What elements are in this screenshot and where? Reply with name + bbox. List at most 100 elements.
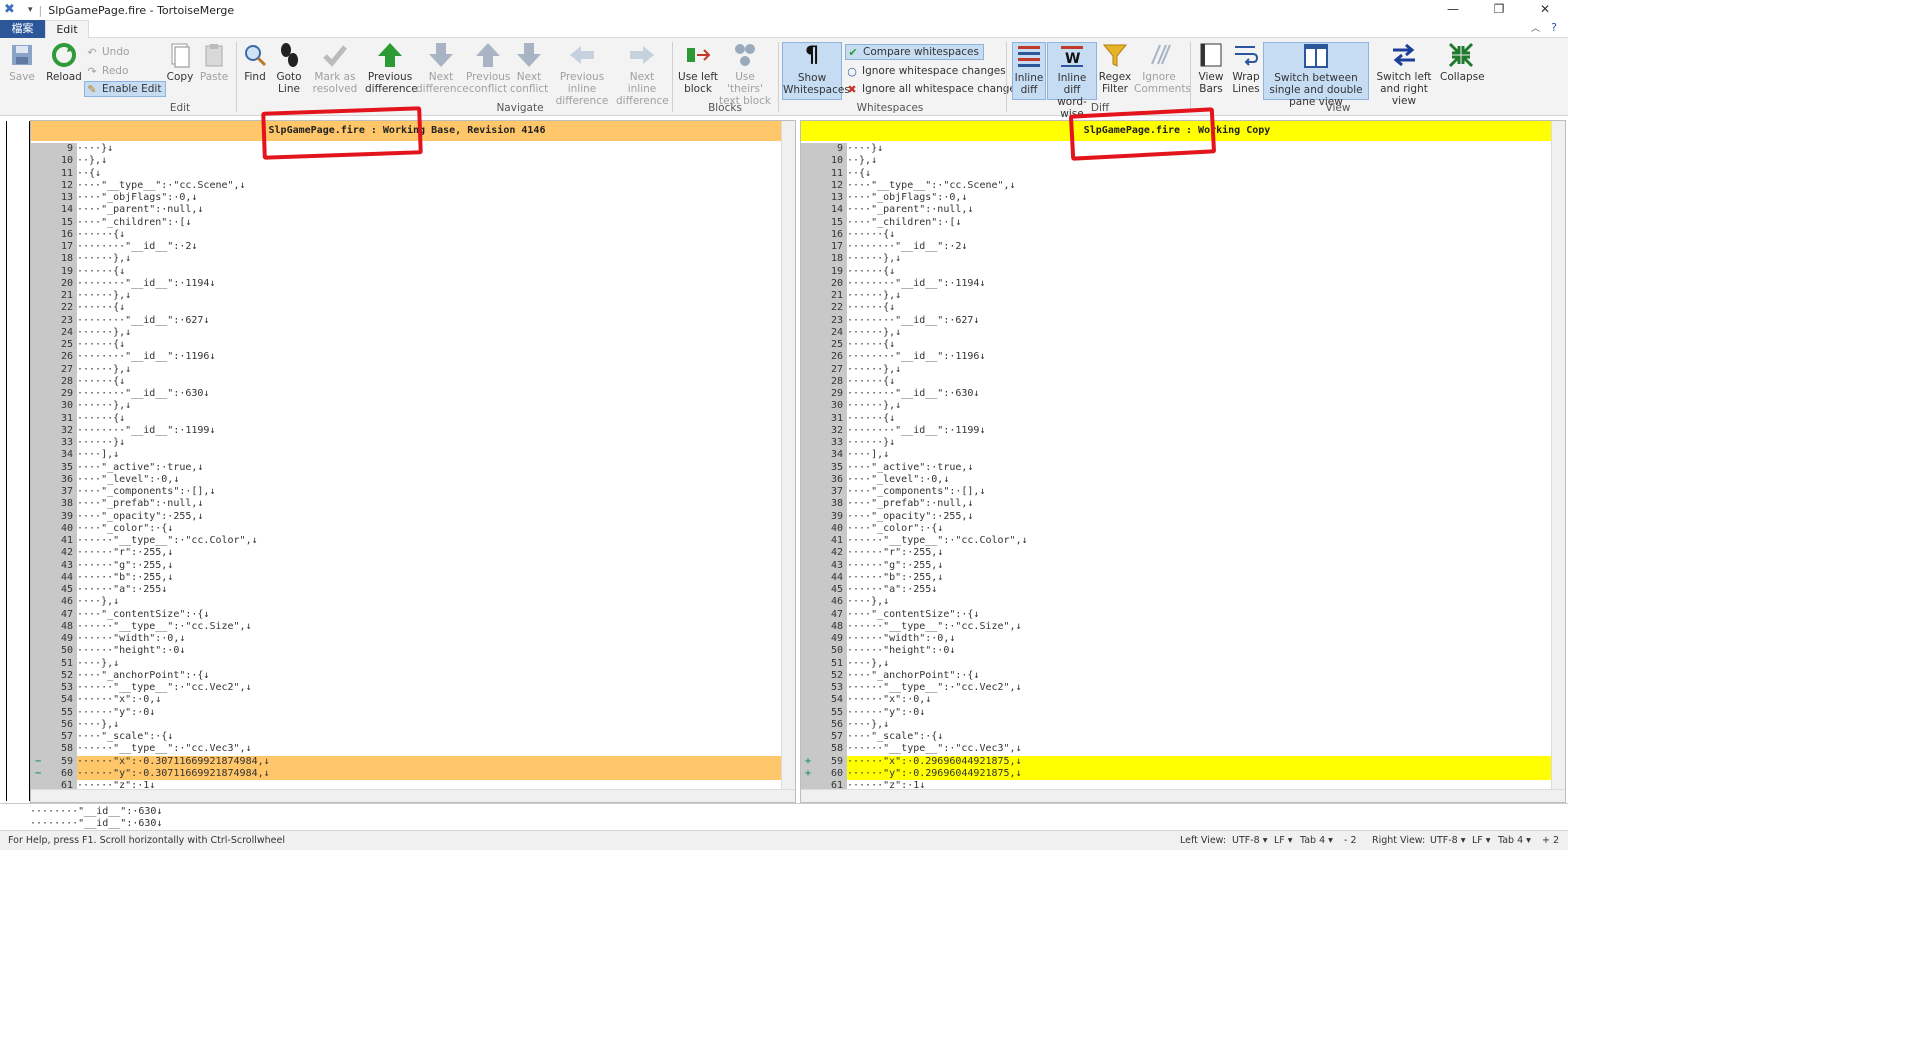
code-line[interactable]: 31 ······{↓ [31,412,783,425]
code-line[interactable]: 25 ······{↓ [801,339,1553,352]
left-vertical-scrollbar[interactable] [781,121,795,789]
left-encoding-dropdown[interactable]: UTF-8 ▾ [1232,831,1267,850]
code-line[interactable]: 51 ····},↓ [31,657,783,670]
enable-edit-button[interactable]: ✎ Enable Edit [84,81,167,97]
code-line[interactable]: 20 ········"__id__":·1194↓ [801,277,1553,290]
code-line[interactable]: 24 ······},↓ [31,326,783,339]
inline-diff-button[interactable]: Inline diff [1012,42,1046,100]
code-line[interactable]: 50 ······"height":·0↓ [31,645,783,658]
tab-file[interactable]: 檔案 [0,20,45,38]
previous-difference-button[interactable]: Previous difference [365,42,418,95]
find-button[interactable]: Find [240,42,270,83]
mark-resolved-button[interactable]: Mark as resolved [310,42,360,95]
code-line[interactable]: 14 ····"_parent":·null,↓ [31,204,783,217]
code-line[interactable]: 41 ······"__type__":·"cc.Color",↓ [801,535,1553,548]
close-button[interactable]: ✕ [1522,0,1568,20]
show-whitespaces-button[interactable]: ¶ Show Whitespaces [782,42,850,100]
code-line[interactable]: 30 ······},↓ [31,400,783,413]
code-line[interactable]: 38 ····"_prefab":·null,↓ [31,498,783,511]
code-line[interactable]: 14 ····"_parent":·null,↓ [801,204,1553,217]
minimize-button[interactable]: — [1430,0,1476,20]
code-line[interactable]: 33 ······}↓ [31,437,783,450]
code-line[interactable]: 48 ······"__type__":·"cc.Size",↓ [31,620,783,633]
right-eol-dropdown[interactable]: LF ▾ [1472,831,1491,850]
code-line[interactable]: 33 ······}↓ [801,437,1553,450]
undo-button[interactable]: ↶ Undo [85,44,129,60]
code-line[interactable]: 57 ····"_scale":·{↓ [31,731,783,744]
code-line[interactable]: 22 ······{↓ [801,302,1553,315]
code-line[interactable]: 46 ····},↓ [801,596,1553,609]
code-line[interactable]: 18 ······},↓ [801,253,1553,266]
left-eol-dropdown[interactable]: LF ▾ [1274,831,1293,850]
view-bars-button[interactable]: View Bars [1194,42,1228,95]
code-line[interactable]: 19 ······{↓ [31,265,783,278]
code-line[interactable]: 29 ········"__id__":·630↓ [801,388,1553,401]
code-line[interactable]: 11 ··{↓ [31,167,783,180]
bottom-detail-pane[interactable]: ········"__id__":·630↓ ········"__id__":… [0,803,1568,830]
code-line[interactable]: 46 ····},↓ [31,596,783,609]
code-line[interactable]: 15 ····"_children":·[↓ [31,216,783,229]
code-line[interactable]: 44 ······"b":·255,↓ [31,571,783,584]
code-line[interactable]: 11 ··{↓ [801,167,1553,180]
regex-filter-button[interactable]: Regex Filter [1098,42,1132,95]
code-line[interactable]: 16 ······{↓ [31,228,783,241]
code-line[interactable]: 24 ······},↓ [801,326,1553,339]
code-line[interactable]: 49 ······"width":·0,↓ [31,633,783,646]
code-line[interactable]: 56 ····},↓ [31,718,783,731]
collapse-button[interactable]: Collapse [1440,42,1485,83]
goto-line-button[interactable]: Goto Line [272,42,306,95]
code-line[interactable]: 34 ····],↓ [801,449,1553,462]
right-pane[interactable]: SlpGamePage.fire : Working Copy 9 ····}↓ 1… [800,120,1566,803]
paste-button[interactable]: Paste [198,42,230,83]
code-line[interactable]: 59− ······"x":·0.30711669921874984,↓ [31,755,783,768]
code-line[interactable]: 53 ······"__type__":·"cc.Vec2",↓ [31,682,783,695]
code-line[interactable]: 49 ······"width":·0,↓ [801,633,1553,646]
code-line[interactable]: 23 ········"__id__":·627↓ [31,314,783,327]
code-line[interactable]: 36 ····"_level":·0,↓ [801,473,1553,486]
code-line[interactable]: 30 ······},↓ [801,400,1553,413]
use-left-block-button[interactable]: Use left block [676,42,720,95]
code-line[interactable]: 57 ····"_scale":·{↓ [801,731,1553,744]
locator-bar[interactable] [6,121,30,801]
code-line[interactable]: 53 ······"__type__":·"cc.Vec2",↓ [801,682,1553,695]
code-line[interactable]: 44 ······"b":·255,↓ [801,571,1553,584]
compare-whitespaces-option[interactable]: ✔ Compare whitespaces [845,44,984,60]
code-line[interactable]: 32 ········"__id__":·1199↓ [801,424,1553,437]
switch-left-right-button[interactable]: Switch left and right view [1370,42,1438,107]
right-vertical-scrollbar[interactable] [1551,121,1565,789]
code-line[interactable]: 31 ······{↓ [801,412,1553,425]
code-line[interactable]: 58 ······"__type__":·"cc.Vec3",↓ [31,743,783,756]
ignore-whitespace-changes-option[interactable]: ○ Ignore whitespace changes [845,63,1006,79]
code-line[interactable]: 25 ······{↓ [31,339,783,352]
code-line[interactable]: 45 ······"a":·255↓ [801,584,1553,597]
code-line[interactable]: 42 ······"r":·255,↓ [801,547,1553,560]
ignore-comments-button[interactable]: Ignore Comments [1134,42,1191,95]
left-tab-dropdown[interactable]: Tab 4 ▾ [1300,831,1333,850]
code-line[interactable]: 52 ····"_anchorPoint":·{↓ [801,669,1553,682]
code-line[interactable]: 35 ····"_active":·true,↓ [801,461,1553,474]
right-tab-dropdown[interactable]: Tab 4 ▾ [1498,831,1531,850]
code-line[interactable]: 55 ······"y":·0↓ [31,706,783,719]
inline-diff-word-wise-button[interactable]: W Inline diff word-wise [1047,42,1097,120]
code-line[interactable]: 37 ····"_components":·[],↓ [801,486,1553,499]
code-line[interactable]: 20 ········"__id__":·1194↓ [31,277,783,290]
right-encoding-dropdown[interactable]: UTF-8 ▾ [1430,831,1465,850]
code-line[interactable]: 21 ······},↓ [31,290,783,303]
reload-button[interactable]: Reload [44,42,84,83]
code-line[interactable]: 10 ··},↓ [801,155,1553,168]
code-line[interactable]: 22 ······{↓ [31,302,783,315]
use-theirs-block-button[interactable]: Use 'theirs' text block [716,42,774,107]
code-line[interactable]: 13 ····"_objFlags":·0,↓ [801,192,1553,205]
code-line[interactable]: 27 ······},↓ [801,363,1553,376]
help-icon[interactable]: ? [1544,21,1564,37]
code-line[interactable]: 26 ········"__id__":·1196↓ [31,351,783,364]
code-line[interactable]: 9 ····}↓ [801,143,1553,156]
code-line[interactable]: 54 ······"x":·0,↓ [801,694,1553,707]
code-line[interactable]: 38 ····"_prefab":·null,↓ [801,498,1553,511]
code-line[interactable]: 51 ····},↓ [801,657,1553,670]
code-line[interactable]: 43 ······"g":·255,↓ [801,559,1553,572]
app-icon[interactable]: ✖ [4,3,18,17]
code-line[interactable]: 21 ······},↓ [801,290,1553,303]
code-line[interactable]: 34 ····],↓ [31,449,783,462]
code-line[interactable]: 59 + ······"x":·0.29696044921875,↓ [801,755,1553,768]
